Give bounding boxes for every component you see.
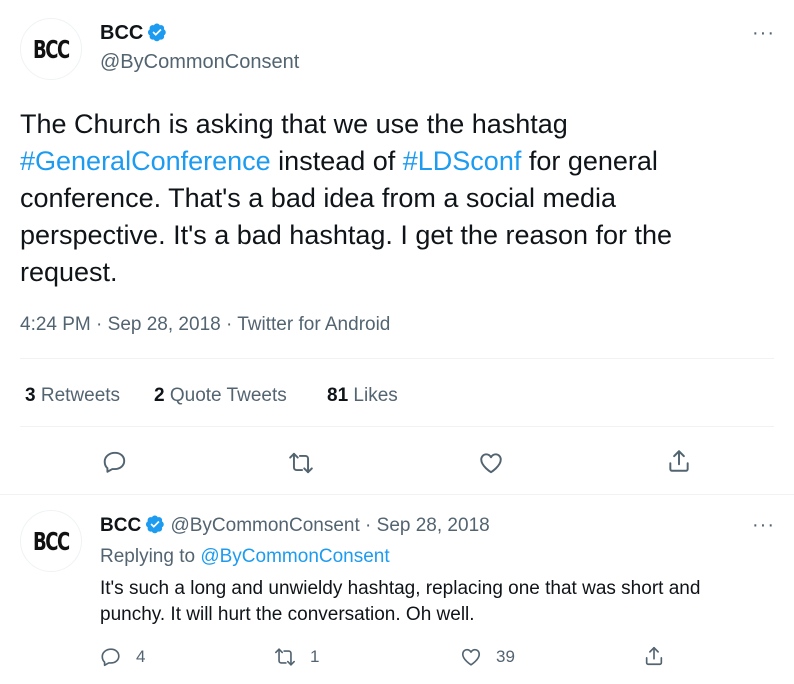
handle[interactable]: @ByCommonConsent: [170, 515, 359, 536]
handle[interactable]: @ByCommonConsent: [100, 51, 299, 74]
tweet-text-part: The Church is asking that we use the has…: [20, 109, 568, 139]
tweet-date[interactable]: Sep 28, 2018: [108, 314, 221, 335]
likes-stat[interactable]: 81 Likes: [327, 385, 398, 407]
reply-icon[interactable]: [102, 449, 128, 480]
divider: [0, 494, 794, 495]
more-icon[interactable]: ···: [752, 514, 775, 537]
reply-text: It's such a long and unwieldy hashtag, r…: [100, 578, 701, 625]
avatar[interactable]: BCC: [20, 510, 82, 572]
reply-button[interactable]: 4: [100, 646, 145, 668]
share-button[interactable]: [643, 645, 665, 667]
reply-header: BCC @ByCommonConsent · Sep 28, 2018: [100, 514, 490, 537]
like-button[interactable]: 39: [460, 646, 515, 668]
hashtag-link[interactable]: #LDSconf: [403, 146, 522, 176]
meta-separator: ·: [225, 314, 233, 335]
divider: [20, 358, 774, 359]
reply-icon: [101, 648, 120, 667]
retweet-icon[interactable]: [288, 450, 314, 481]
display-name[interactable]: BCC: [100, 22, 143, 44]
retweets-stat[interactable]: 3 Retweets: [25, 385, 120, 407]
share-icon[interactable]: [666, 448, 692, 479]
retweet-button[interactable]: 1: [274, 646, 319, 668]
retweet-count: 1: [310, 647, 320, 666]
tweet-text: The Church is asking that we use the has…: [20, 106, 760, 291]
tweet-text-part: instead of: [270, 146, 403, 176]
verified-badge-icon: [146, 515, 164, 534]
tweet-source[interactable]: Twitter for Android: [237, 314, 390, 335]
quote-tweets-stat[interactable]: 2 Quote Tweets: [154, 385, 287, 407]
hashtag-link[interactable]: #GeneralConference: [20, 146, 271, 176]
meta-separator: ·: [96, 314, 103, 335]
tweet-meta: 4:24 PM · Sep 28, 2018 · Twitter for And…: [20, 314, 390, 336]
retweets-count: 3: [25, 385, 36, 406]
retweet-icon: [275, 648, 295, 666]
tweet-time[interactable]: 4:24 PM: [20, 314, 91, 335]
replying-to-label: Replying to: [100, 546, 201, 567]
likes-count: 81: [327, 385, 349, 406]
verified-badge-icon: [148, 23, 167, 42]
more-icon[interactable]: ···: [752, 22, 775, 45]
like-icon: [461, 648, 481, 666]
display-name[interactable]: BCC: [100, 515, 141, 536]
quote-tweets-label: Quote Tweets: [169, 385, 287, 406]
like-count: 39: [496, 647, 515, 666]
avatar-logo-text: BCC: [33, 526, 70, 556]
share-icon: [645, 646, 663, 666]
retweets-label: Retweets: [40, 385, 121, 406]
divider: [20, 426, 774, 427]
quote-tweets-count: 2: [154, 385, 165, 406]
replying-to-handle[interactable]: @ByCommonConsent: [200, 546, 389, 567]
replying-to: Replying to @ByCommonConsent: [100, 546, 390, 568]
tweet-date[interactable]: Sep 28, 2018: [377, 515, 490, 536]
avatar[interactable]: BCC: [20, 18, 82, 80]
like-icon[interactable]: [478, 450, 504, 481]
reply-count: 4: [136, 647, 146, 666]
meta-separator: ·: [365, 515, 372, 536]
avatar-logo-text: BCC: [33, 34, 70, 64]
author-name-row: BCC: [100, 22, 167, 45]
likes-label: Likes: [353, 385, 398, 406]
